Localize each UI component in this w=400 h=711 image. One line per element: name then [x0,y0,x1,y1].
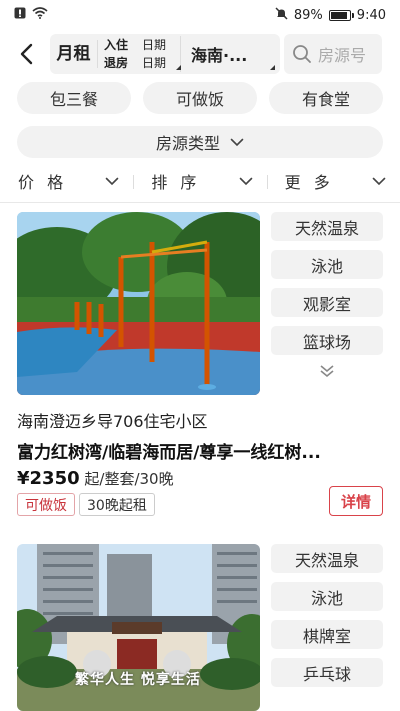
listing-card[interactable]: 天然温泉 泳池 观影室 篮球场 海南澄迈乡导706住宅小区 富力红树湾/临碧海而… [17,212,383,518]
battery-icon [328,9,354,21]
checkout-label: 退房 [104,56,129,70]
city-dropdown-corner-icon [270,65,275,70]
amenity-tag: 泳池 [271,582,383,611]
amenity-tag: 天然温泉 [271,544,383,573]
property-type-label: 房源类型 [155,134,220,153]
photo-caption: 繁华人生 悦享生活 [75,672,201,688]
listing-title[interactable]: 富力红树湾/临碧海而居/尊享一线红树... [17,438,383,463]
city-selector[interactable]: 海南·... [181,42,280,66]
listing-tags: 可做饭 30晚起租 [17,493,155,516]
divider [0,202,400,203]
sort-price-label: 价 格 [18,173,68,192]
expand-amenities-button[interactable] [271,364,383,378]
price-suffix: 起/整套/30晚 [79,470,174,488]
search-input[interactable]: 房源号 [284,34,382,74]
checkin-label: 入住 [104,38,129,52]
sort-order-label: 排 序 [151,173,201,192]
checkin-value: 日期 [142,38,167,52]
property-type-filter[interactable]: 房源类型 [17,126,383,158]
amenity-tag: 篮球场 [271,326,383,355]
chip-meals[interactable]: 包三餐 [17,82,131,114]
chevron-down-icon [230,138,244,146]
amenity-tag: 天然温泉 [271,212,383,241]
amenity-tag: 乒乓球 [271,658,383,687]
chevron-down-icon [372,177,386,185]
amenity-list: 天然温泉 泳池 观影室 篮球场 [271,212,383,378]
price-value: ¥2350 [17,468,80,489]
sort-price[interactable]: 价 格 [0,169,133,193]
listing-photo[interactable]: 繁华人生 悦享生活 [17,544,260,711]
sort-more-label: 更 多 [284,173,334,192]
status-bar: 89% 9:40 [0,0,400,30]
sort-more[interactable]: 更 多 [266,169,400,193]
search-placeholder: 房源号 [318,46,367,65]
top-bar: 月租 入住 日期 退房 日期 海南·... 房源号 [0,34,400,74]
checkout-value: 日期 [142,56,167,70]
notification-icon [14,7,26,23]
chevron-down-icon [239,177,252,185]
date-picker[interactable]: 入住 日期 退房 日期 [98,36,181,72]
rent-mode-toggle[interactable]: 月租 [50,40,98,68]
amenity-tag: 泳池 [271,250,383,279]
double-chevron-down-icon [320,365,334,378]
detail-button[interactable]: 详情 [329,486,383,516]
listing-card[interactable]: 繁华人生 悦享生活 天然温泉 泳池 棋牌室 乒乓球 [17,544,383,711]
date-city-filter[interactable]: 月租 入住 日期 退房 日期 海南·... [50,34,280,74]
quick-filter-chips: 包三餐 可做饭 有食堂 [17,82,383,114]
sort-order[interactable]: 排 序 [133,169,266,193]
chevron-down-icon [106,177,119,185]
back-arrow-icon [20,43,33,65]
clock: 9:40 [356,7,386,23]
back-button[interactable] [12,38,40,70]
chip-canteen[interactable]: 有食堂 [269,82,383,114]
battery-percent: 89% [293,7,323,23]
listing-tag: 可做饭 [17,493,75,516]
sort-bar: 价 格 排 序 更 多 [0,166,400,196]
amenity-list: 天然温泉 泳池 棋牌室 乒乓球 [271,544,383,696]
listing-address: 海南澄迈乡导706住宅小区 [17,412,208,431]
search-icon [293,45,311,63]
amenity-tag: 棋牌室 [271,620,383,649]
date-dropdown-corner-icon [176,65,181,70]
listing-tag: 30晚起租 [79,493,155,516]
listing-price: ¥2350 起/整套/30晚 [17,468,174,489]
amenity-tag: 观影室 [271,288,383,317]
mute-icon [275,6,288,24]
chip-cooking[interactable]: 可做饭 [143,82,257,114]
wifi-icon [32,7,48,23]
listing-photo[interactable] [17,212,260,395]
city-label: 海南·... [191,46,248,65]
